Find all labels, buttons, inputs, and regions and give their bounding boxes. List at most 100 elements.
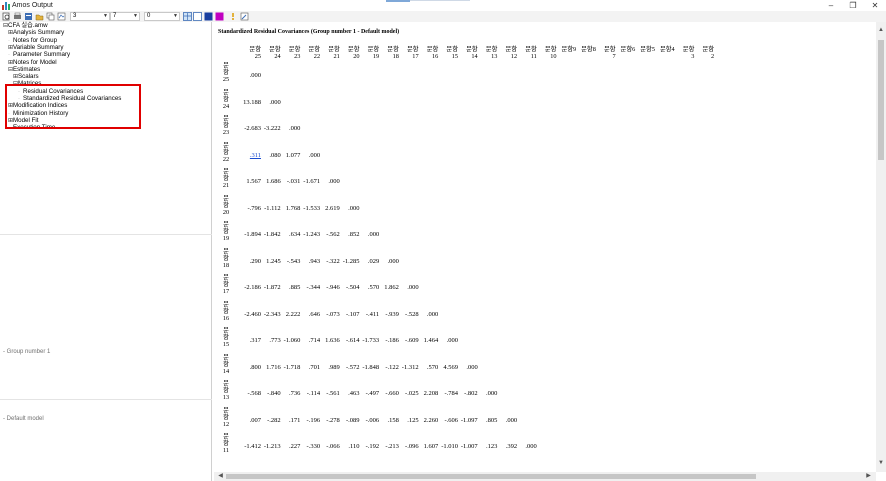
tree-item-label: Analysis Summary bbox=[13, 29, 65, 37]
column-header: 문항 23 bbox=[280, 46, 301, 60]
toolbar: 3 ▼ 7 ▼ 0 ▼ bbox=[0, 11, 886, 22]
title-accent bbox=[386, 0, 410, 2]
scroll-thumb[interactable] bbox=[878, 40, 884, 160]
column-header: 문항 15 bbox=[438, 46, 458, 60]
column-header: 문항 2 bbox=[694, 46, 715, 60]
title-accent-secondary bbox=[410, 0, 470, 1]
column-header-label: 문항6 bbox=[620, 46, 636, 53]
minimize-button[interactable]: – bbox=[822, 0, 840, 11]
column-header-label: 문항 bbox=[505, 46, 518, 53]
column-header-number: 20 bbox=[353, 53, 360, 60]
column-header-number: 18 bbox=[392, 53, 399, 60]
table-cell: .000 bbox=[367, 231, 380, 238]
column-header-label: 문항 bbox=[446, 46, 458, 53]
row-header: 문항21 bbox=[222, 168, 230, 189]
table-view-icon[interactable] bbox=[183, 12, 192, 21]
row-header: 문항20 bbox=[222, 194, 230, 216]
preview-icon[interactable] bbox=[2, 12, 11, 21]
open-folder-icon[interactable] bbox=[35, 12, 44, 21]
navigation-tree-panel: ⊟CFA 실습.amw ⊞Analysis Summary · Notes for G… bbox=[0, 22, 212, 481]
highlight-box bbox=[5, 84, 141, 129]
row-header: 문항18 bbox=[222, 247, 230, 269]
column-header-label: 문항 bbox=[702, 46, 715, 53]
column-header: 문항 24 bbox=[261, 46, 281, 60]
color-magenta-icon[interactable] bbox=[215, 12, 224, 21]
column-header-number: 2 bbox=[710, 53, 715, 60]
row-header: 문항25 bbox=[222, 62, 230, 83]
chevron-down-icon: ▼ bbox=[173, 13, 178, 19]
row-header: 문항16 bbox=[222, 300, 230, 322]
column-select[interactable]: 0 ▼ bbox=[144, 12, 180, 21]
column-header: 문항9 bbox=[556, 46, 576, 53]
help-icon[interactable] bbox=[229, 12, 238, 21]
column-header: 문항 11 bbox=[517, 46, 537, 60]
column-header: 문항 14 bbox=[458, 46, 478, 60]
window-title: Amos Output bbox=[12, 2, 53, 9]
scroll-down-icon[interactable]: ▼ bbox=[876, 458, 886, 468]
tree-item-label: Notes for Group bbox=[13, 36, 58, 44]
scroll-thumb[interactable] bbox=[226, 474, 756, 479]
column-header: 문항4 bbox=[655, 46, 675, 53]
scroll-left-icon[interactable]: ◀ bbox=[216, 472, 225, 481]
table-cell: .000 bbox=[289, 125, 301, 132]
tree-item-label: CFA 실습.amw bbox=[8, 22, 48, 29]
table-cell: .000 bbox=[249, 72, 261, 79]
text-view-icon[interactable] bbox=[193, 12, 202, 21]
column-header-label: 문항 bbox=[288, 46, 301, 53]
color-blue-icon[interactable] bbox=[204, 12, 213, 21]
column-header-label: 문항 bbox=[387, 46, 399, 53]
column-header: 문항 21 bbox=[320, 46, 340, 60]
column-header-number: 14 bbox=[471, 53, 478, 60]
table-cell: .000 bbox=[387, 257, 399, 265]
column-header-label: 문항 bbox=[544, 46, 557, 53]
column-header-number: 13 bbox=[491, 53, 498, 60]
panel-divider bbox=[0, 234, 212, 235]
column-header-number: 15 bbox=[451, 53, 458, 60]
decimals-value: 3 bbox=[73, 13, 77, 19]
column-header: 문항6 bbox=[615, 46, 636, 53]
copy-icon[interactable] bbox=[46, 12, 55, 21]
column-header: 문항 16 bbox=[418, 46, 439, 60]
column-header-number: 7 bbox=[612, 53, 616, 60]
column-header-label: 문항 bbox=[426, 46, 439, 53]
column-header-number: 17 bbox=[412, 53, 419, 60]
row-header: 문항23 bbox=[222, 115, 230, 136]
column-header-label: 문항 bbox=[682, 46, 695, 53]
group-selector[interactable]: - Group number 1 bbox=[3, 349, 50, 356]
column-header-label: 문항9 bbox=[561, 46, 577, 53]
print-icon[interactable] bbox=[13, 12, 22, 21]
column-header: 문항 17 bbox=[399, 46, 419, 60]
vertical-scrollbar[interactable]: ▲ ▼ bbox=[876, 22, 886, 472]
table-cell: .000 bbox=[407, 284, 419, 291]
column-header-label: 문항4 bbox=[659, 46, 675, 53]
column-header-label: 문항 bbox=[249, 46, 261, 53]
width-select[interactable]: 7 ▼ bbox=[110, 12, 140, 21]
model-selector[interactable]: - Default model bbox=[3, 416, 44, 423]
close-button[interactable]: ✕ bbox=[866, 0, 884, 11]
column-header-number: 11 bbox=[530, 53, 537, 60]
maximize-button[interactable]: ❐ bbox=[844, 0, 862, 11]
column-header-label: 문항 bbox=[525, 46, 537, 53]
row-header: 문항11 bbox=[222, 433, 230, 454]
decimals-select[interactable]: 3 ▼ bbox=[70, 12, 110, 21]
column-header-number: 12 bbox=[510, 53, 518, 60]
row-header: 문항13 bbox=[222, 380, 230, 401]
tree-item-label: Estimates bbox=[13, 65, 41, 73]
column-header-number: 23 bbox=[294, 53, 301, 60]
row-header: 문항22 bbox=[222, 141, 230, 163]
chevron-down-icon: ▼ bbox=[133, 13, 138, 19]
table-cell: .000 bbox=[269, 98, 281, 106]
edit-icon[interactable] bbox=[240, 12, 249, 21]
scroll-right-icon[interactable]: ▶ bbox=[864, 472, 873, 481]
column-header: 문항 12 bbox=[497, 46, 518, 60]
column-header-number: 16 bbox=[432, 53, 439, 60]
view-text-icon[interactable] bbox=[57, 12, 66, 21]
column-header: 문항 22 bbox=[300, 46, 321, 60]
horizontal-scrollbar[interactable]: ◀ ▶ bbox=[214, 472, 876, 481]
column-header-label: 문항 bbox=[347, 46, 360, 53]
scroll-up-icon[interactable]: ▲ bbox=[876, 25, 886, 35]
options-icon[interactable] bbox=[24, 12, 33, 21]
table-cell: .000 bbox=[426, 310, 439, 318]
column-header: 문항 19 bbox=[359, 46, 380, 60]
column-header-label: 문항 bbox=[367, 46, 380, 53]
